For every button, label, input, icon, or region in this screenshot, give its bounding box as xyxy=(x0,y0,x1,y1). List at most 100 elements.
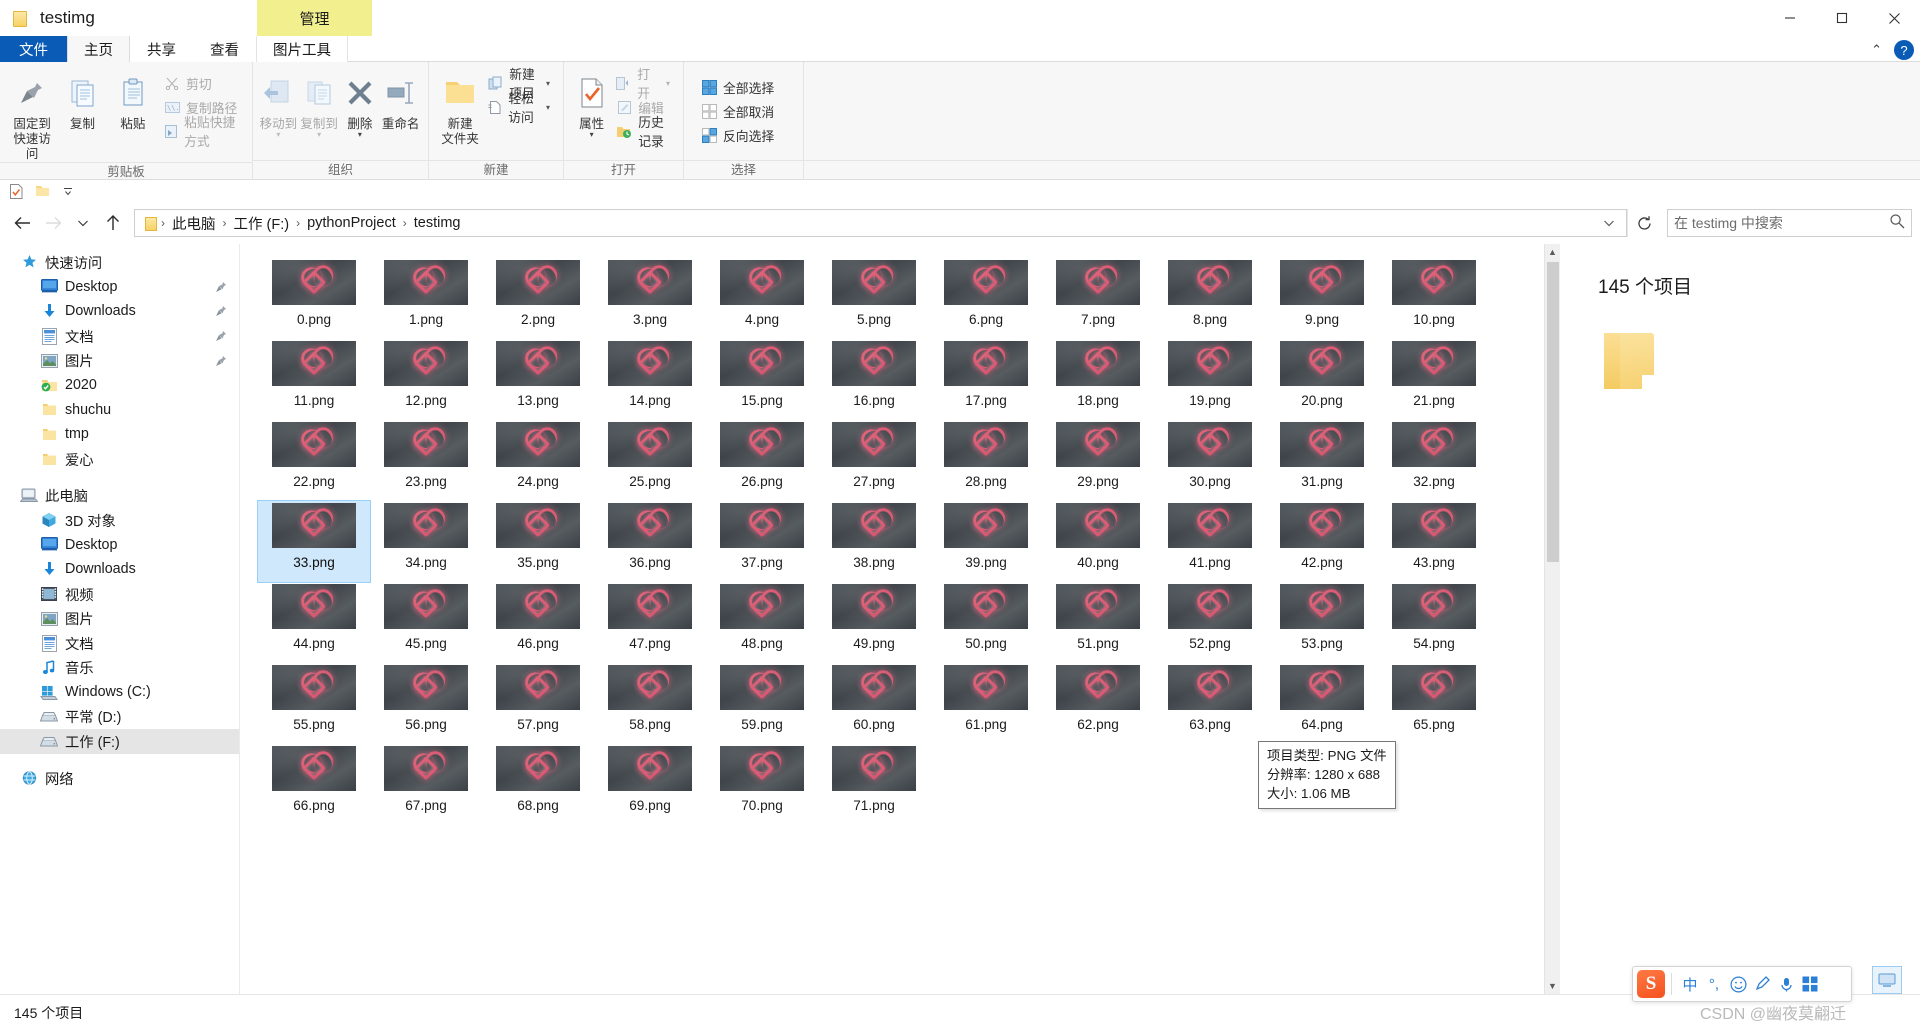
move-to-caret-icon[interactable]: ▾ xyxy=(276,131,280,139)
toolbox-icon[interactable] xyxy=(1798,971,1822,997)
file-item[interactable]: 55.png xyxy=(258,663,370,744)
recent-locations-button[interactable] xyxy=(68,208,98,238)
up-button[interactable] xyxy=(98,208,128,238)
file-item[interactable]: 25.png xyxy=(594,420,706,501)
cut-button[interactable]: 剪切 xyxy=(159,72,244,94)
properties-button[interactable]: 属性 ▾ xyxy=(574,68,609,139)
delete-caret-icon[interactable]: ▾ xyxy=(358,131,362,139)
file-item[interactable]: 63.png xyxy=(1154,663,1266,744)
file-item[interactable]: 2.png xyxy=(482,258,594,339)
copy-button[interactable]: 复制 xyxy=(58,68,106,132)
collapse-ribbon-chevron-icon[interactable]: ⌃ xyxy=(1871,42,1882,58)
sidebar-item-文档[interactable]: 文档 xyxy=(0,324,239,349)
sidebar-item-图片[interactable]: 图片 xyxy=(0,606,239,631)
file-item[interactable]: 38.png xyxy=(818,501,930,582)
file-item[interactable]: 61.png xyxy=(930,663,1042,744)
paste-shortcut-button[interactable]: 粘贴快捷方式 xyxy=(159,115,244,149)
file-item[interactable]: 18.png xyxy=(1042,339,1154,420)
search-icon[interactable] xyxy=(1889,213,1905,233)
file-item[interactable]: 60.png xyxy=(818,663,930,744)
file-item[interactable]: 71.png xyxy=(818,744,930,825)
file-item[interactable]: 22.png xyxy=(258,420,370,501)
sidebar-item-文档[interactable]: 文档 xyxy=(0,631,239,656)
file-item[interactable]: 27.png xyxy=(818,420,930,501)
vertical-scrollbar[interactable]: ▲ ▼ xyxy=(1544,244,1560,994)
file-item[interactable]: 65.png xyxy=(1378,663,1490,744)
easy-access-button[interactable]: 轻松访问 ▾ xyxy=(483,91,555,125)
sidebar-item-平常d[interactable]: 平常 (D:) xyxy=(0,705,239,730)
copy-to-button[interactable]: 复制到 ▾ xyxy=(300,68,339,139)
pin-icon[interactable] xyxy=(215,281,227,293)
file-item[interactable]: 4.png xyxy=(706,258,818,339)
file-item[interactable]: 62.png xyxy=(1042,663,1154,744)
tray-display-icon[interactable] xyxy=(1872,966,1902,994)
easy-access-caret-icon[interactable]: ▾ xyxy=(546,103,550,112)
file-item[interactable]: 57.png xyxy=(482,663,594,744)
file-item[interactable]: 70.png xyxy=(706,744,818,825)
sidebar-item-desktop[interactable]: Desktop xyxy=(0,533,239,558)
sidebar-item-windowsc[interactable]: Windows (C:) xyxy=(0,680,239,705)
delete-button[interactable]: 删除 ▾ xyxy=(341,68,380,139)
breadcrumb-this-pc[interactable]: 此电脑 xyxy=(166,213,222,234)
file-item[interactable]: 54.png xyxy=(1378,582,1490,663)
file-item[interactable]: 37.png xyxy=(706,501,818,582)
file-item[interactable]: 48.png xyxy=(706,582,818,663)
file-item[interactable]: 33.png xyxy=(257,500,371,583)
file-item[interactable]: 17.png xyxy=(930,339,1042,420)
breadcrumb-pythonproject[interactable]: pythonProject xyxy=(301,215,402,231)
pin-icon[interactable] xyxy=(215,355,227,367)
file-item[interactable]: 67.png xyxy=(370,744,482,825)
back-button[interactable] xyxy=(8,208,38,238)
file-item[interactable]: 41.png xyxy=(1154,501,1266,582)
file-item[interactable]: 53.png xyxy=(1266,582,1378,663)
tab-view[interactable]: 查看 xyxy=(193,36,256,62)
file-item[interactable]: 69.png xyxy=(594,744,706,825)
history-button[interactable]: 历史记录 xyxy=(611,115,675,149)
file-item[interactable]: 39.png xyxy=(930,501,1042,582)
tab-home[interactable]: 主页 xyxy=(67,36,130,62)
file-item[interactable]: 66.png xyxy=(258,744,370,825)
sidebar-item-工作f[interactable]: 工作 (F:) xyxy=(0,729,239,754)
new-folder-qat-icon[interactable] xyxy=(34,183,50,199)
file-item[interactable]: 64.png xyxy=(1266,663,1378,744)
file-item[interactable]: 14.png xyxy=(594,339,706,420)
sidebar-item-图片[interactable]: 图片 xyxy=(0,348,239,373)
pin-icon[interactable] xyxy=(215,330,227,342)
file-item[interactable]: 1.png xyxy=(370,258,482,339)
tab-file[interactable]: 文件 xyxy=(0,36,67,62)
minimize-button[interactable] xyxy=(1764,0,1816,36)
properties-qat-icon[interactable] xyxy=(8,183,24,199)
copy-to-caret-icon[interactable]: ▾ xyxy=(317,131,321,139)
file-item[interactable]: 49.png xyxy=(818,582,930,663)
file-item[interactable]: 10.png xyxy=(1378,258,1490,339)
breadcrumb-bar[interactable]: › 此电脑 › 工作 (F:) › pythonProject › testim… xyxy=(134,209,1627,237)
file-item[interactable]: 45.png xyxy=(370,582,482,663)
open-caret-icon[interactable]: ▾ xyxy=(666,79,670,88)
file-item[interactable]: 0.png xyxy=(258,258,370,339)
ime-mode-toggle[interactable]: 中 xyxy=(1678,971,1702,997)
customize-qat-chevron-icon[interactable] xyxy=(60,183,76,199)
sidebar-item-desktop[interactable]: Desktop xyxy=(0,275,239,300)
sidebar-item-2020[interactable]: 2020 xyxy=(0,373,239,398)
file-item[interactable]: 6.png xyxy=(930,258,1042,339)
mic-icon[interactable] xyxy=(1774,971,1798,997)
file-item[interactable]: 24.png xyxy=(482,420,594,501)
file-item[interactable]: 30.png xyxy=(1154,420,1266,501)
file-item[interactable]: 59.png xyxy=(706,663,818,744)
invert-selection-button[interactable]: 反向选择 xyxy=(696,124,779,146)
file-item[interactable]: 68.png xyxy=(482,744,594,825)
sidebar-item-downloads[interactable]: Downloads xyxy=(0,299,239,324)
breadcrumb-testimg[interactable]: testimg xyxy=(408,215,467,231)
sidebar-item-快速访问[interactable]: 快速访问 xyxy=(0,250,239,275)
file-item[interactable]: 12.png xyxy=(370,339,482,420)
file-item[interactable]: 40.png xyxy=(1042,501,1154,582)
sidebar-item-网络[interactable]: 网络 xyxy=(0,766,239,791)
help-icon[interactable]: ? xyxy=(1894,40,1914,60)
file-item[interactable]: 31.png xyxy=(1266,420,1378,501)
pin-to-quick-access-button[interactable]: 固定到 快速访问 xyxy=(8,68,56,162)
file-item[interactable]: 44.png xyxy=(258,582,370,663)
sidebar-item-3d对象[interactable]: 3D 对象 xyxy=(0,508,239,533)
sidebar-item-音乐[interactable]: 音乐 xyxy=(0,656,239,681)
file-item[interactable]: 58.png xyxy=(594,663,706,744)
sogou-logo-icon[interactable]: S xyxy=(1637,970,1665,998)
